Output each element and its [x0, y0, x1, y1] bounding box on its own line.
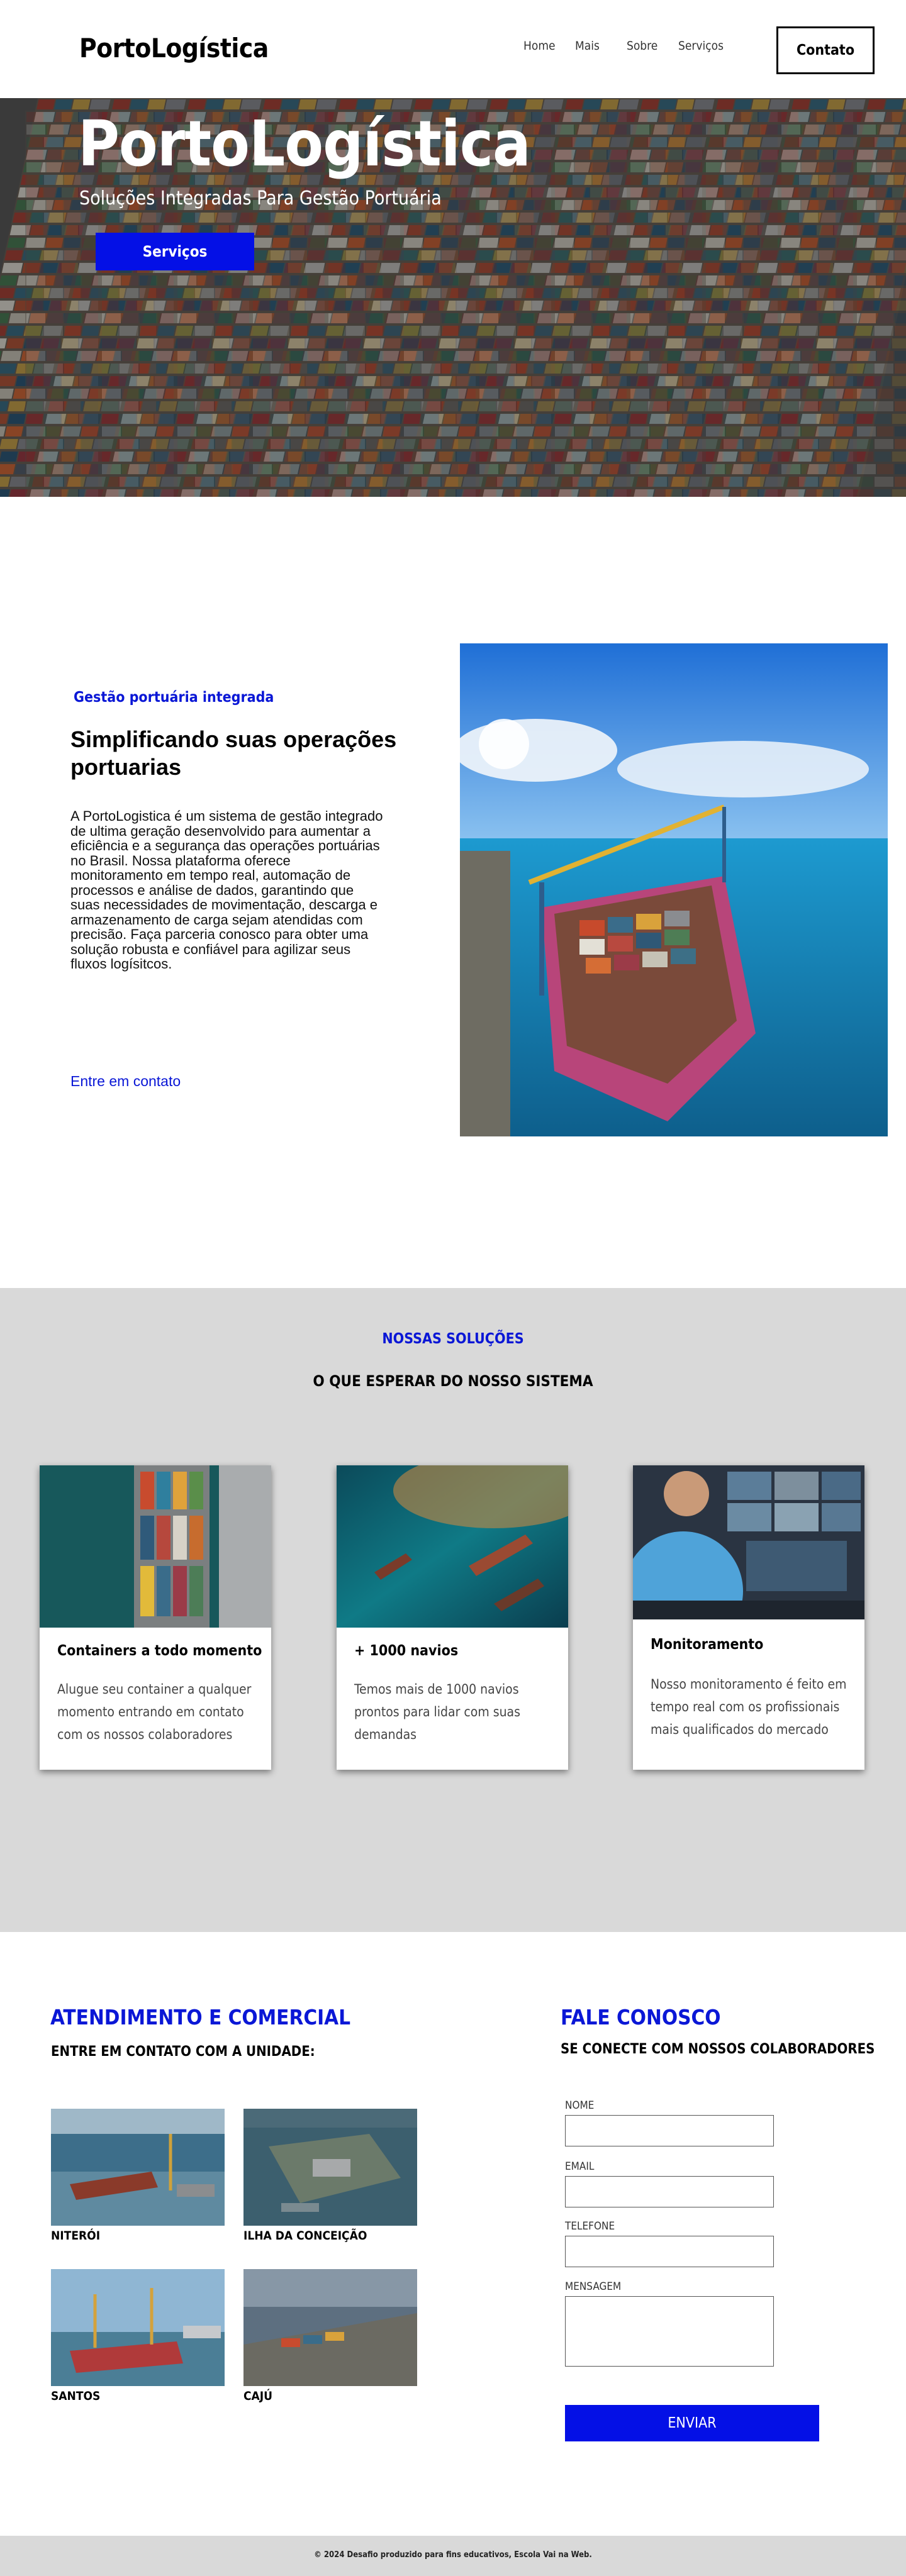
nav-mais[interactable]: Mais [575, 39, 600, 53]
solution-card-containers[interactable]: Containers a todo momento Alugue seu con… [40, 1465, 271, 1770]
nav-servicos[interactable]: Serviços [678, 39, 724, 53]
solutions-eyebrow: NOSSAS SOLUÇÕES [382, 1331, 524, 1347]
solution-card-ships[interactable]: + 1000 navios Temos mais de 1000 navios … [337, 1465, 568, 1770]
name-label: NOME [565, 2099, 595, 2112]
unit-label: SANTOS [51, 2389, 101, 2403]
card-text: Alugue seu container a qualquer momento … [57, 1682, 252, 1742]
unit-label: ILHA DA CONCEIÇÃO [243, 2229, 367, 2243]
units-title: ATENDIMENTO E COMERCIAL [50, 2005, 351, 2029]
footer-copyright: © 2024 Desafio produzido para fins educa… [314, 2550, 592, 2560]
name-input[interactable] [565, 2115, 774, 2146]
email-label: EMAIL [565, 2160, 595, 2173]
card-title: Monitoramento [651, 1636, 764, 1653]
containers-aerial-image [40, 1465, 271, 1628]
phone-label: TELEFONE [565, 2220, 615, 2233]
contact-form-title: FALE CONOSCO [561, 2005, 721, 2029]
cargo-ship-image [460, 643, 888, 1136]
solution-card-monitoring[interactable]: Monitoramento Nosso monitoramento é feit… [633, 1465, 864, 1770]
unit-niteroi-image[interactable] [51, 2109, 225, 2226]
message-textarea[interactable] [565, 2296, 774, 2367]
card-title: Containers a todo momento [57, 1643, 262, 1659]
card-text: Temos mais de 1000 navios prontos para l… [354, 1682, 520, 1742]
contact-button[interactable]: Contato [776, 26, 875, 74]
unit-santos-image[interactable] [51, 2269, 225, 2386]
unit-caju-image[interactable] [243, 2269, 417, 2386]
unit-label: CAJÚ [243, 2389, 273, 2403]
about-body-text: A PortoLogistica é um sistema de gestão … [70, 808, 383, 972]
ships-aerial-image [337, 1465, 568, 1628]
unit-ilha-image[interactable] [243, 2109, 417, 2226]
about-eyebrow: Gestão portuária integrada [74, 689, 274, 706]
unit-label: NITERÓI [51, 2229, 101, 2243]
nav-sobre[interactable]: Sobre [627, 39, 657, 53]
contact-form-subtitle: SE CONECTE COM NOSSOS COLABORADORES [561, 2041, 875, 2057]
hero-title: PortoLogística [78, 107, 531, 180]
card-title: + 1000 navios [354, 1643, 459, 1659]
nav-home[interactable]: Home [523, 39, 556, 53]
about-contact-link[interactable]: Entre em contato [70, 1073, 181, 1090]
units-subtitle: ENTRE EM CONTATO COM A UNIDADE: [51, 2044, 315, 2060]
monitoring-operator-image [633, 1465, 864, 1619]
message-label: MENSAGEM [565, 2280, 622, 2293]
send-button[interactable]: ENVIAR [565, 2405, 819, 2441]
hero-subtitle: Soluções Integradas Para Gestão Portuári… [79, 187, 442, 209]
phone-input[interactable] [565, 2236, 774, 2267]
solutions-title: O QUE ESPERAR DO NOSSO SISTEMA [313, 1372, 593, 1390]
site-logo[interactable]: PortoLogística [79, 33, 269, 64]
about-title: Simplificando suas operações portuarias [70, 726, 397, 780]
card-text: Nosso monitoramento é feito em tempo rea… [651, 1677, 847, 1737]
hero-services-button[interactable]: Serviços [96, 233, 254, 270]
email-input[interactable] [565, 2176, 774, 2207]
